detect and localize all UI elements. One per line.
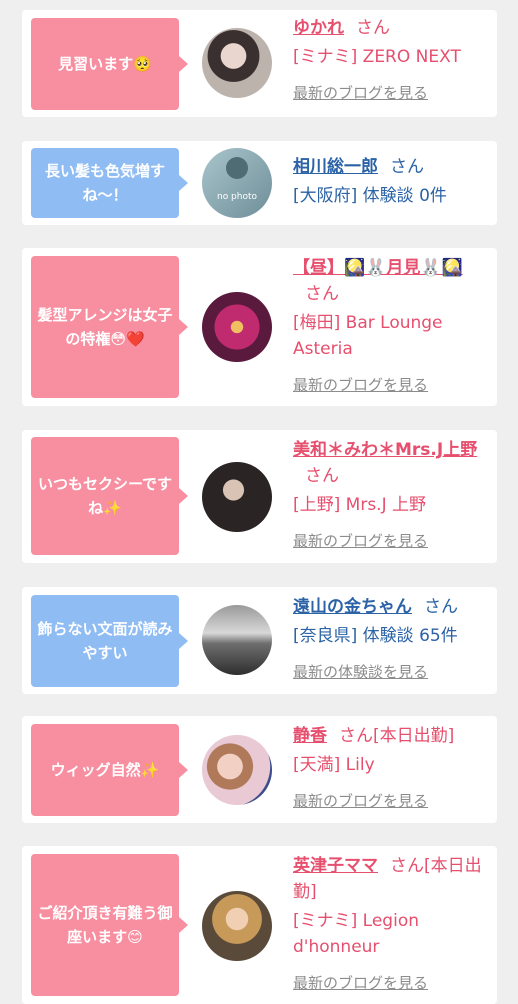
latest-blog-link[interactable]: 最新のブログを見る: [293, 372, 491, 398]
comment-bubble: 髪型アレンジは女子の特権😳❤️: [31, 256, 188, 398]
avatar[interactable]: [202, 605, 272, 675]
comment-text: 見習います🥺: [58, 55, 152, 73]
comment-bubble: 長い髪も色気増すね〜！: [31, 148, 188, 218]
comment-text: 飾らない文面が読みやすい: [37, 620, 173, 662]
shop-location[interactable]: [ミナミ] ZERO NEXT: [293, 44, 491, 70]
avatar[interactable]: no photo: [202, 148, 272, 218]
comment-text: ご紹介頂き有難う御座います😊: [37, 904, 173, 946]
shop-location[interactable]: [梅田] Bar Lounge Asteria: [293, 310, 491, 362]
shop-location[interactable]: [大阪府] 体験談 0件: [293, 183, 491, 209]
comment-text: 長い髪も色気増すね〜！: [44, 162, 165, 204]
avatar[interactable]: [202, 292, 272, 362]
honorific: さん: [424, 597, 458, 617]
review-card: 髪型アレンジは女子の特権😳❤️ 【昼】🎑🐰月見🐰🎑 さん [梅田] Bar Lou…: [22, 248, 497, 406]
honorific: さん: [305, 466, 339, 486]
comment-bubble: 飾らない文面が読みやすい: [31, 595, 188, 687]
comment-text: 髪型アレンジは女子の特権😳❤️: [37, 306, 173, 348]
review-card: 飾らない文面が読みやすい 遠山の金ちゃん さん [奈良県] 体験談 65件 最新の…: [22, 587, 497, 694]
avatar[interactable]: [202, 891, 272, 961]
no-photo-icon: [226, 157, 248, 179]
latest-blog-link[interactable]: 最新のブログを見る: [293, 788, 491, 814]
latest-blog-link[interactable]: 最新のブログを見る: [293, 528, 491, 554]
honorific: さん: [390, 157, 424, 177]
user-name-link[interactable]: 美和＊みわ＊Mrs.J上野: [293, 440, 477, 460]
comment-bubble: いつもセクシーですね✨: [31, 437, 188, 555]
shop-location[interactable]: [奈良県] 体験談 65件: [293, 623, 491, 649]
comment-bubble: ウィッグ自然✨: [31, 724, 188, 816]
review-card: ウィッグ自然✨ 静香 さん[本日出勤] [天満] Lily 最新のブログを見る: [22, 716, 497, 823]
honorific: さん: [356, 18, 390, 38]
latest-experience-link[interactable]: 最新の体験談を見る: [293, 659, 491, 685]
user-name-link[interactable]: ゆかれ: [293, 18, 344, 38]
shop-location[interactable]: [天満] Lily: [293, 752, 491, 778]
user-name-link[interactable]: 遠山の金ちゃん: [293, 597, 412, 617]
no-photo-label: no photo: [216, 192, 258, 202]
avatar[interactable]: [202, 28, 272, 98]
review-card: 長い髪も色気増すね〜！ no photo 相川総一郎 さん [大阪府] 体験談 0…: [22, 141, 497, 225]
shop-location[interactable]: [上野] Mrs.J 上野: [293, 492, 491, 518]
comment-text: いつもセクシーですね✨: [37, 475, 173, 517]
latest-blog-link[interactable]: 最新のブログを見る: [293, 80, 491, 106]
comment-bubble: 見習います🥺: [31, 18, 188, 110]
review-card: いつもセクシーですね✨ 美和＊みわ＊Mrs.J上野さん [上野] Mrs.J 上…: [22, 430, 497, 563]
comment-bubble: ご紹介頂き有難う御座います😊: [31, 854, 188, 996]
user-name-link[interactable]: 英津子ママ: [293, 856, 378, 876]
avatar[interactable]: [202, 735, 272, 805]
user-name-link[interactable]: 相川総一郎: [293, 157, 378, 177]
shop-location[interactable]: [ミナミ] Legion d'honneur: [293, 908, 491, 960]
latest-blog-link[interactable]: 最新のブログを見る: [293, 970, 491, 996]
comment-text: ウィッグ自然✨: [50, 761, 160, 779]
avatar[interactable]: [202, 462, 272, 532]
user-name-link[interactable]: 静香: [293, 726, 327, 746]
review-card: 見習います🥺 ゆかれ さん [ミナミ] ZERO NEXT 最新のブログを見る: [22, 10, 497, 117]
honorific: さん[本日出勤]: [339, 726, 455, 746]
honorific: さん: [305, 284, 339, 304]
review-card: ご紹介頂き有難う御座います😊 英津子ママ さん[本日出勤] [ミナミ] Legio…: [22, 846, 497, 1004]
user-name-link[interactable]: 【昼】🎑🐰月見🐰🎑: [293, 258, 463, 278]
